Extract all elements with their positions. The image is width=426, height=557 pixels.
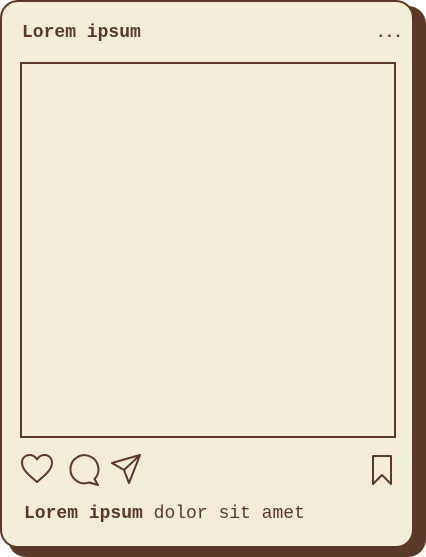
comment-icon[interactable]: [67, 453, 101, 487]
more-options-button[interactable]: ...: [376, 21, 403, 45]
post-caption: Lorem ipsum dolor sit amet: [24, 502, 305, 526]
heart-icon[interactable]: [20, 453, 54, 485]
caption-username[interactable]: Lorem ipsum: [24, 504, 143, 524]
post-username[interactable]: Lorem ipsum: [22, 21, 141, 45]
post-card: Lorem ipsum ... Lorem ipsum dolor sit am…: [0, 0, 414, 548]
post-image-placeholder[interactable]: [20, 62, 396, 438]
caption-text: dolor sit amet: [153, 504, 305, 524]
send-icon[interactable]: [109, 453, 143, 485]
bookmark-icon[interactable]: [370, 454, 394, 486]
